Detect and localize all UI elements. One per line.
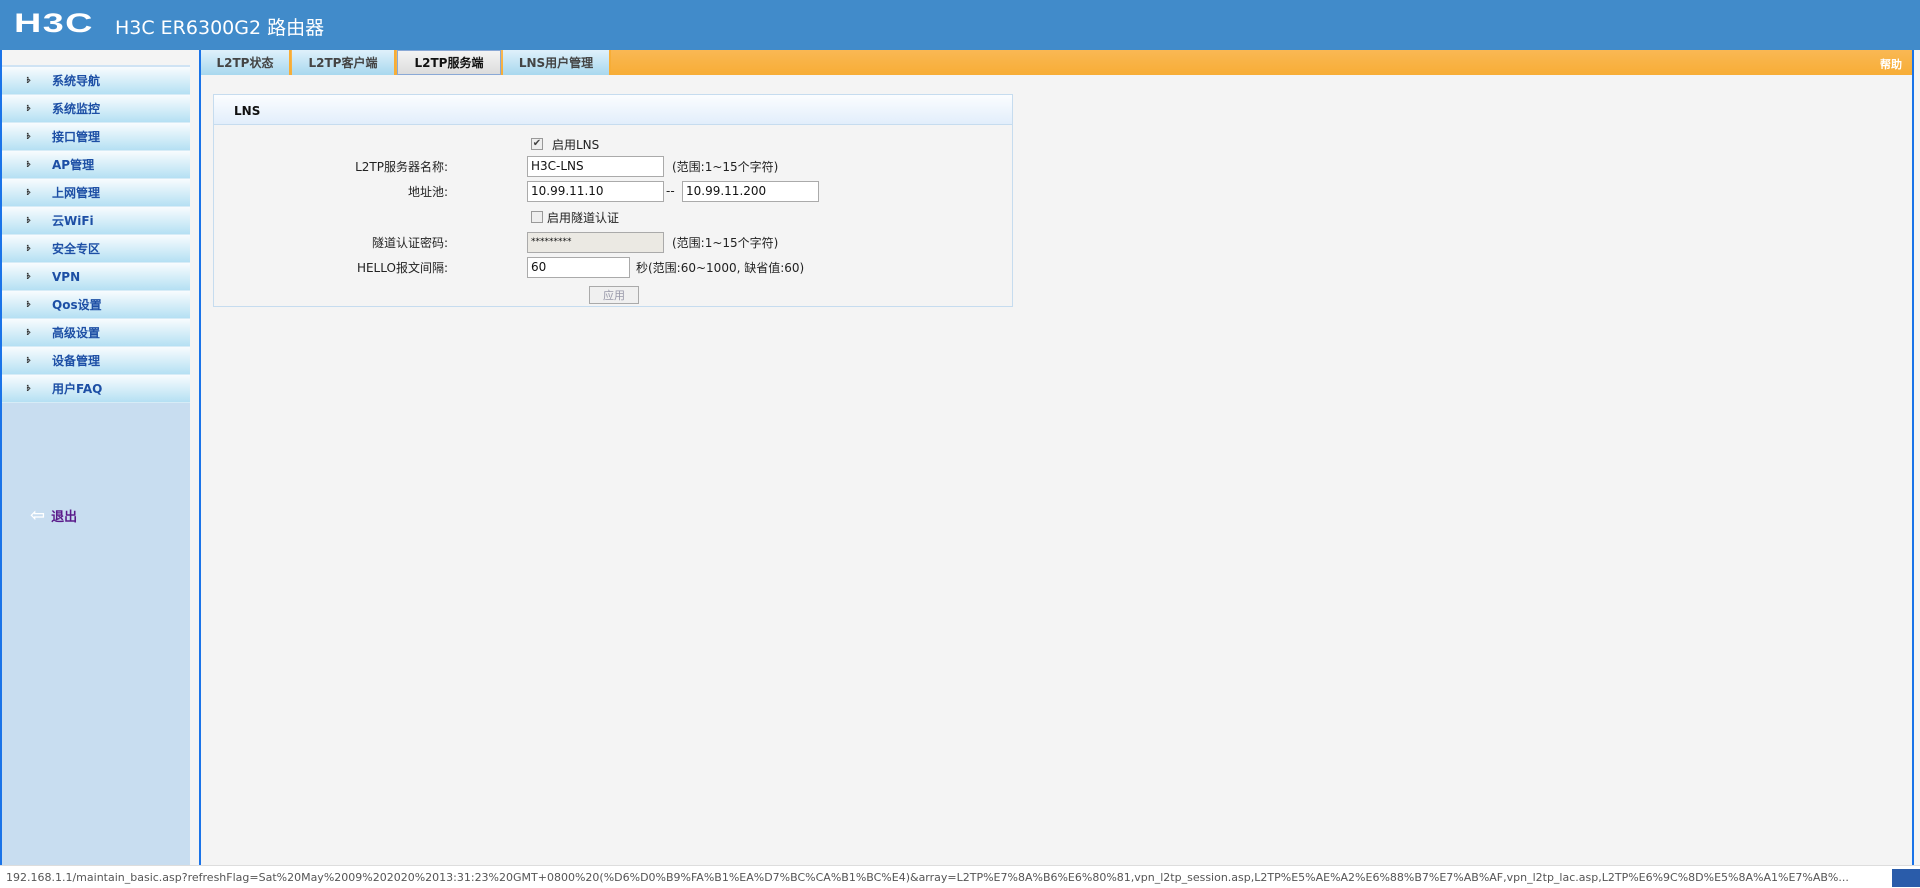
- sidebar-item-label: Qos设置: [52, 298, 102, 312]
- status-url: 192.168.1.1/maintain_basic.asp?refreshFl…: [6, 871, 1849, 884]
- lns-panel: LNS ✔ 启用LNS L2TP服务器名称: (范围:1~15个字符) 地址池:…: [213, 94, 1013, 307]
- logout-button[interactable]: ⇦ 退出: [30, 505, 77, 526]
- sidebar-item-label: 系统监控: [52, 102, 101, 116]
- sidebar-item[interactable]: ⁝› 用户FAQ: [2, 375, 190, 403]
- sidebar: ⁝› 系统导航 ⁝› 系统监控 ⁝› 接口管理 ⁝› AP管理 ⁝› 上网管理 ⁝› 云WiFi ⁝› 安…: [0, 50, 190, 865]
- bullet-icon: ⁝›: [26, 299, 31, 310]
- sidebar-item[interactable]: ⁝› 系统监控: [2, 95, 190, 123]
- bullet-icon: ⁝›: [26, 327, 31, 338]
- tunnel-pwd-label: 隧道认证密码:: [371, 235, 448, 250]
- sidebar-item-label: 系统导航: [52, 74, 101, 88]
- tunnel-auth-label: 启用隧道认证: [547, 210, 620, 225]
- divider: [199, 50, 201, 865]
- tab-lns-user-mgmt[interactable]: LNS用户管理: [503, 50, 611, 75]
- app-title: H3C ER6300G2 路由器: [115, 17, 325, 39]
- sidebar-item-label: 云WiFi: [52, 214, 94, 228]
- sidebar-item-label: 设备管理: [52, 354, 101, 368]
- sidebar-item[interactable]: ⁝› 安全专区: [2, 235, 190, 263]
- sidebar-item[interactable]: ⁝› 高级设置: [2, 319, 190, 347]
- sidebar-item-label: 用户FAQ: [52, 382, 103, 396]
- sidebar-item[interactable]: ⁝› 系统导航: [2, 67, 190, 95]
- hello-label: HELLO报文间隔:: [356, 260, 448, 275]
- bullet-icon: ⁝›: [26, 383, 31, 394]
- hello-note: 秒(范围:60~1000, 缺省值:60): [636, 260, 805, 275]
- bullet-icon: ⁝›: [26, 159, 31, 170]
- server-name-label: L2TP服务器名称:: [355, 159, 448, 174]
- help-link[interactable]: 帮助: [1880, 56, 1902, 72]
- bullet-icon: ⁝›: [26, 243, 31, 254]
- pool-label: 地址池:: [407, 184, 448, 199]
- bullet-icon: ⁝›: [26, 131, 31, 142]
- tunnel-pwd-note: (范围:1~15个字符): [672, 235, 779, 250]
- server-name-input[interactable]: [527, 155, 664, 177]
- pool-end-input[interactable]: [682, 180, 819, 202]
- tab-bar: L2TP状态 L2TP客户端 L2TP服务端 LNS用户管理 帮助: [201, 50, 1912, 75]
- logout-label: 退出: [51, 510, 78, 525]
- sidebar-item[interactable]: ⁝› 云WiFi: [2, 207, 190, 235]
- sidebar-item-label: 高级设置: [52, 326, 101, 340]
- enable-lns-label: 启用LNS: [552, 137, 600, 152]
- sidebar-item[interactable]: ⁝› VPN: [2, 263, 190, 291]
- header: H3C H3C ER6300G2 路由器: [0, 0, 1920, 50]
- status-indicator: [1892, 869, 1920, 887]
- tab-l2tp-status[interactable]: L2TP状态: [201, 50, 291, 75]
- status-bar: 192.168.1.1/maintain_basic.asp?refreshFl…: [0, 865, 1920, 888]
- pool-start-input[interactable]: [527, 180, 664, 202]
- bullet-icon: ⁝›: [26, 355, 31, 366]
- sidebar-item[interactable]: ⁝› Qos设置: [2, 291, 190, 319]
- logout-icon: ⇦: [30, 505, 46, 526]
- panel-title: LNS: [214, 95, 1012, 125]
- tunnel-auth-checkbox[interactable]: [531, 211, 543, 223]
- tab-l2tp-client[interactable]: L2TP客户端: [292, 50, 396, 75]
- tab-l2tp-server[interactable]: L2TP服务端: [397, 50, 501, 75]
- tunnel-pwd-input[interactable]: [527, 231, 664, 253]
- bullet-icon: ⁝›: [26, 215, 31, 226]
- hello-interval-input[interactable]: [527, 256, 630, 278]
- sidebar-item-label: AP管理: [52, 158, 95, 172]
- sidebar-item[interactable]: ⁝› AP管理: [2, 151, 190, 179]
- sidebar-item[interactable]: ⁝› 设备管理: [2, 347, 190, 375]
- sidebar-item-label: 安全专区: [52, 242, 101, 256]
- bullet-icon: ⁝›: [26, 75, 31, 86]
- bullet-icon: ⁝›: [26, 271, 31, 282]
- sidebar-item-label: 上网管理: [52, 186, 101, 200]
- bullet-icon: ⁝›: [26, 187, 31, 198]
- server-name-note: (范围:1~15个字符): [672, 159, 779, 174]
- sidebar-item[interactable]: ⁝› 接口管理: [2, 123, 190, 151]
- bullet-icon: ⁝›: [26, 103, 31, 114]
- h3c-logo: H3C: [14, 8, 94, 38]
- right-border: [1912, 50, 1914, 865]
- pool-separator: --: [666, 184, 675, 198]
- sidebar-item-label: VPN: [52, 269, 81, 284]
- sidebar-item-label: 接口管理: [52, 130, 101, 144]
- enable-lns-checkbox[interactable]: ✔: [531, 138, 543, 150]
- apply-button[interactable]: 应用: [589, 286, 639, 304]
- sidebar-item[interactable]: ⁝› 上网管理: [2, 179, 190, 207]
